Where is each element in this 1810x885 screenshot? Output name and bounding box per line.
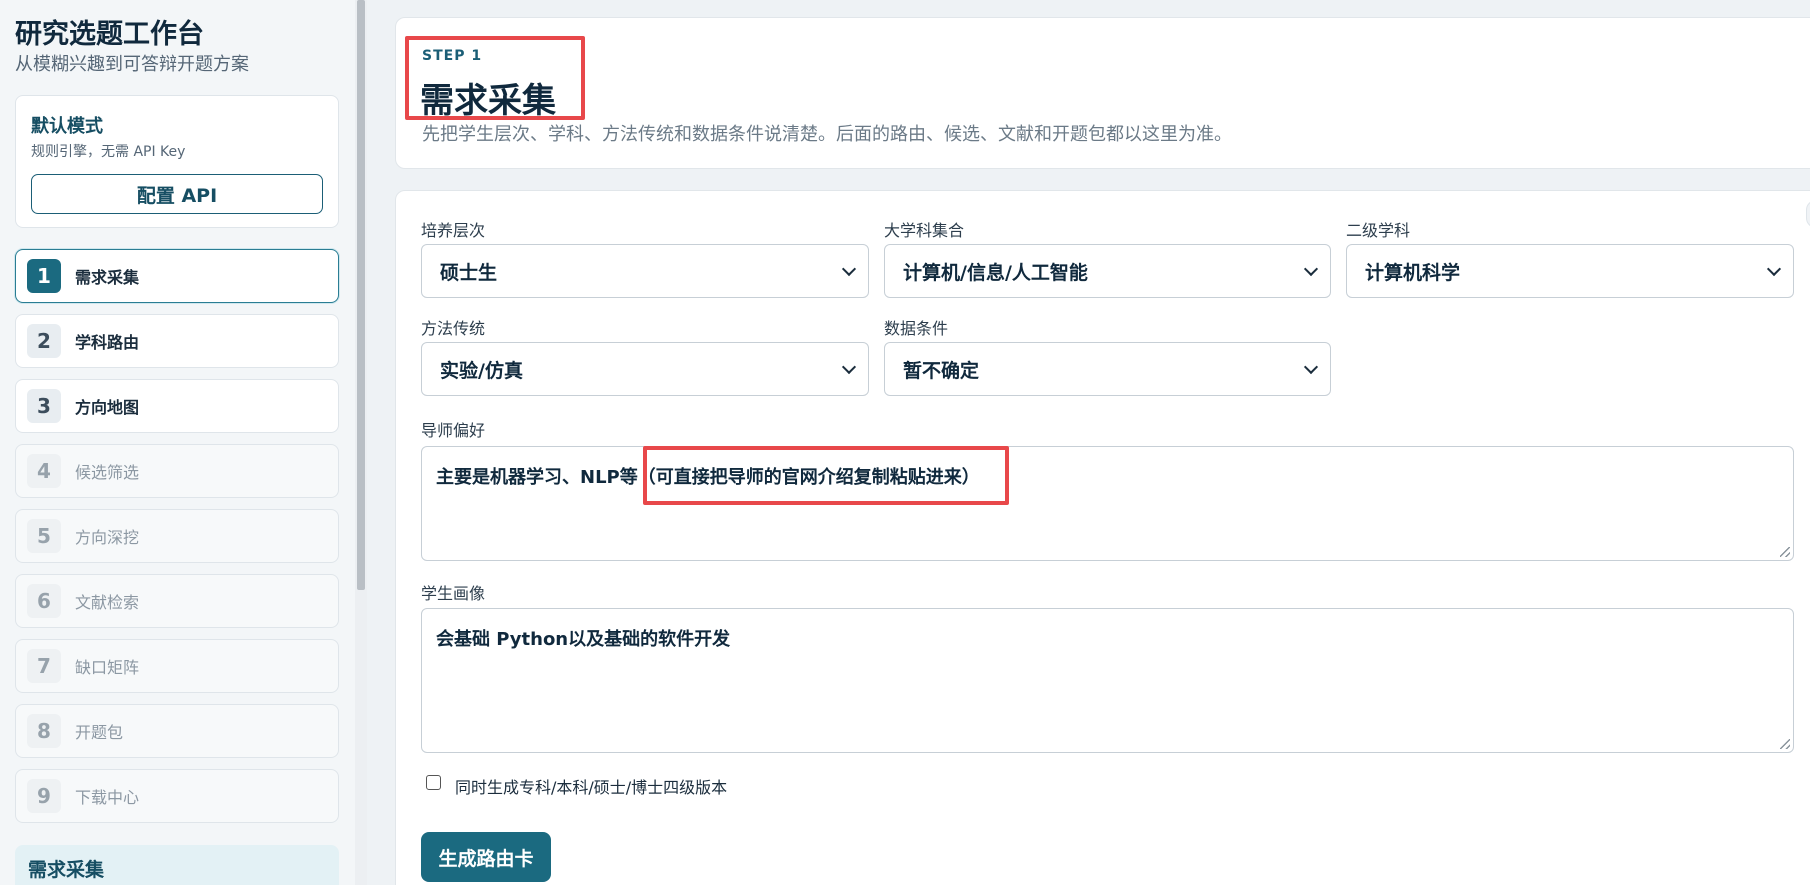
chevron-down-icon bbox=[841, 261, 857, 277]
step-label: 需求采集 bbox=[75, 268, 140, 287]
step-item-5[interactable]: 5 方向深挖 bbox=[15, 509, 339, 563]
step-label: 方向深挖 bbox=[75, 528, 140, 547]
step-number: 9 bbox=[27, 779, 61, 813]
step-item-7[interactable]: 7 缺口矩阵 bbox=[15, 639, 339, 693]
step-number: 6 bbox=[27, 584, 61, 618]
resize-handle-icon[interactable] bbox=[1780, 547, 1790, 557]
mode-card: 默认模式 规则引擎，无需 API Key 配置 API bbox=[15, 95, 339, 228]
data-condition-select[interactable]: 暂不确定 bbox=[884, 342, 1331, 396]
app-subtitle: 从模糊兴趣到可答辩开题方案 bbox=[15, 54, 249, 75]
step-number: 7 bbox=[27, 649, 61, 683]
level-value: 硕士生 bbox=[440, 261, 498, 284]
chevron-down-icon bbox=[1303, 261, 1319, 277]
four-levels-checkbox[interactable] bbox=[426, 775, 441, 790]
configure-api-button[interactable]: 配置 API bbox=[31, 174, 323, 214]
method-value: 实验/仿真 bbox=[440, 359, 523, 382]
current-section-panel: 需求采集 bbox=[15, 845, 339, 885]
step-header-card: STEP 1 需求采集 先把学生层次、学科、方法传统和数据条件说清楚。后面的路由… bbox=[395, 17, 1810, 169]
subdiscipline-value: 计算机科学 bbox=[1365, 261, 1461, 284]
app-title: 研究选题工作台 bbox=[15, 19, 204, 50]
step-label: 学科路由 bbox=[75, 333, 140, 352]
profile-value: 会基础 Python以及基础的软件开发 bbox=[436, 629, 731, 650]
sidebar-scrollbar-thumb[interactable] bbox=[357, 0, 365, 590]
current-section-title: 需求采集 bbox=[28, 859, 105, 881]
step-item-8[interactable]: 8 开题包 bbox=[15, 704, 339, 758]
mode-description: 规则引擎，无需 API Key bbox=[31, 144, 186, 160]
method-label: 方法传统 bbox=[421, 319, 486, 338]
mentor-value: 主要是机器学习、NLP等（可直接把导师的官网介绍复制粘贴进来） bbox=[436, 467, 980, 488]
step-item-2[interactable]: 2 学科路由 bbox=[15, 314, 339, 368]
step-label: 缺口矩阵 bbox=[75, 658, 140, 677]
mentor-label: 导师偏好 bbox=[421, 421, 486, 440]
step-item-1[interactable]: 1 需求采集 bbox=[15, 249, 339, 303]
subdiscipline-select[interactable]: 计算机科学 bbox=[1346, 244, 1794, 298]
profile-label: 学生画像 bbox=[421, 584, 486, 603]
step-item-9[interactable]: 9 下载中心 bbox=[15, 769, 339, 823]
step-number: 2 bbox=[27, 324, 61, 358]
step-label: 开题包 bbox=[75, 723, 124, 742]
step-number: 3 bbox=[27, 389, 61, 423]
step-label: 下载中心 bbox=[75, 788, 140, 807]
step-label: 方向地图 bbox=[75, 398, 140, 417]
discipline-group-value: 计算机/信息/人工智能 bbox=[903, 261, 1088, 284]
subdiscipline-label: 二级学科 bbox=[1346, 221, 1411, 240]
resize-handle-icon[interactable] bbox=[1780, 739, 1790, 749]
mode-title: 默认模式 bbox=[31, 116, 103, 137]
level-select[interactable]: 硕士生 bbox=[421, 244, 869, 298]
step-number: 5 bbox=[27, 519, 61, 553]
step-description: 先把学生层次、学科、方法传统和数据条件说清楚。后面的路由、候选、文献和开题包都以… bbox=[422, 124, 1232, 145]
data-condition-value: 暂不确定 bbox=[903, 359, 980, 382]
sidebar: 研究选题工作台 从模糊兴趣到可答辩开题方案 默认模式 规则引擎，无需 API K… bbox=[0, 0, 357, 885]
step-label: 候选筛选 bbox=[75, 463, 140, 482]
step-number: 1 bbox=[27, 259, 61, 293]
step-item-6[interactable]: 6 文献检索 bbox=[15, 574, 339, 628]
profile-textarea[interactable]: 会基础 Python以及基础的软件开发 bbox=[421, 608, 1794, 753]
step-item-4[interactable]: 4 候选筛选 bbox=[15, 444, 339, 498]
step-number: 4 bbox=[27, 454, 61, 488]
chevron-down-icon bbox=[841, 359, 857, 375]
step-label: 文献检索 bbox=[75, 593, 140, 612]
data-condition-label: 数据条件 bbox=[884, 319, 949, 338]
chevron-down-icon bbox=[1766, 261, 1782, 277]
chevron-down-icon bbox=[1303, 359, 1319, 375]
level-label: 培养层次 bbox=[421, 221, 486, 240]
page-title: 需求采集 bbox=[420, 81, 556, 121]
discipline-group-select[interactable]: 计算机/信息/人工智能 bbox=[884, 244, 1331, 298]
generate-route-card-button[interactable]: 生成路由卡 bbox=[421, 832, 551, 882]
four-levels-checkbox-label[interactable]: 同时生成专科/本科/硕士/博士四级版本 bbox=[455, 774, 727, 798]
step-item-3[interactable]: 3 方向地图 bbox=[15, 379, 339, 433]
discipline-group-label: 大学科集合 bbox=[884, 221, 965, 240]
step-kicker: STEP 1 bbox=[422, 48, 483, 64]
method-select[interactable]: 实验/仿真 bbox=[421, 342, 869, 396]
mentor-textarea[interactable]: 主要是机器学习、NLP等（可直接把导师的官网介绍复制粘贴进来） bbox=[421, 446, 1794, 561]
step-number: 8 bbox=[27, 714, 61, 748]
